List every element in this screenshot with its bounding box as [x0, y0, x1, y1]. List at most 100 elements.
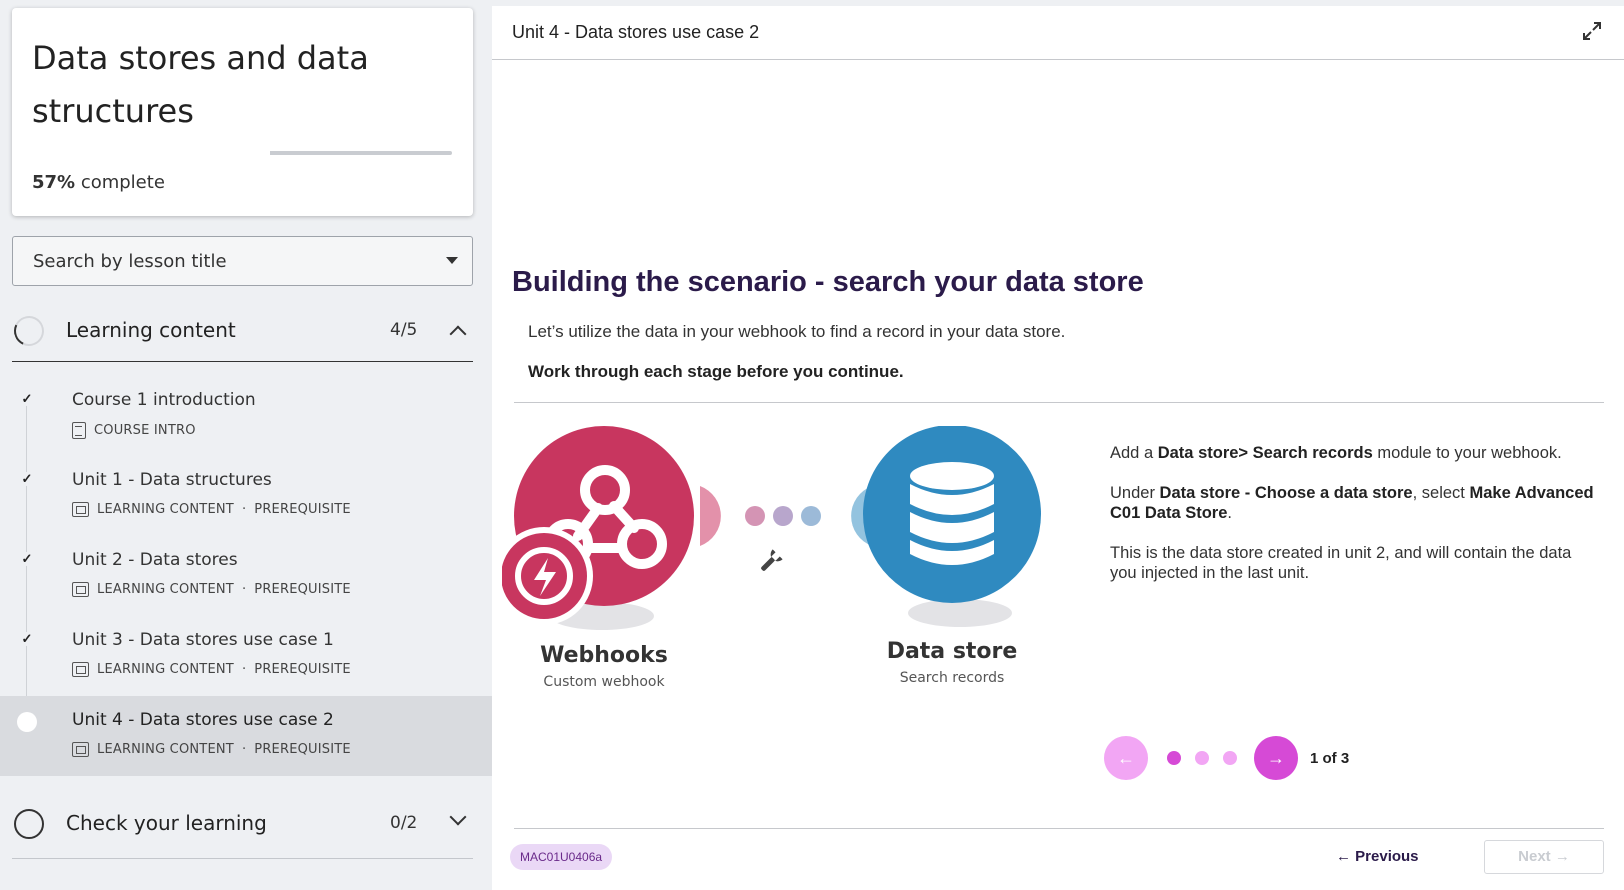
datastore-module-subtitle: Search records [900, 670, 1005, 686]
datastore-module[interactable] [863, 425, 1041, 603]
section-learning-content[interactable]: Learning content 4/5 [9, 302, 473, 358]
course-progress-fill [270, 151, 374, 155]
course-summary-card: Data stores and data structures 57% comp… [12, 8, 473, 216]
meta-separator: · [241, 662, 247, 677]
connector-dot [773, 506, 793, 526]
scenario-diagram-svg: Webhooks Custom webhook Data store Searc… [495, 425, 1041, 690]
arrow-right-icon: → [1267, 748, 1285, 768]
carousel-dot[interactable] [1195, 751, 1209, 765]
slides-icon [72, 662, 89, 677]
check-icon: ✓ [20, 471, 34, 486]
lesson-title: Unit 3 - Data stores use case 1 [72, 630, 334, 650]
lesson-tag: PREREQUISITE [254, 742, 351, 757]
lesson-title: Unit 4 - Data stores use case 2 [72, 710, 334, 730]
carousel-counter: 1 of 3 [1310, 749, 1350, 767]
lesson-meta: LEARNING CONTENT · PREREQUISITE [72, 742, 351, 757]
section-count: 4/5 [390, 320, 418, 340]
footer-divider [514, 828, 1604, 829]
lesson-meta: COURSE INTRO [72, 422, 196, 439]
carousel-dots [1160, 751, 1244, 765]
current-lesson-dot-icon [17, 712, 37, 732]
webhooks-module-subtitle: Custom webhook [543, 674, 665, 690]
check-icon: ✓ [20, 391, 34, 406]
lesson-meta: LEARNING CONTENT · PREREQUISITE [72, 582, 351, 597]
lesson-meta: LEARNING CONTENT · PREREQUISITE [72, 662, 351, 677]
meta-separator: · [241, 502, 247, 517]
webhooks-module[interactable] [495, 426, 694, 625]
lesson-type: LEARNING CONTENT [97, 742, 234, 757]
expand-arrows-svg [1583, 22, 1601, 40]
step-description-2: Under Data store - Choose a data store, … [1110, 484, 1594, 522]
wrench-icon[interactable] [757, 549, 783, 574]
lesson-search-select[interactable]: Search by lesson title [12, 236, 473, 286]
next-button[interactable]: Next → [1484, 840, 1604, 874]
section-divider [12, 858, 473, 859]
lesson-title: Unit 1 - Data structures [72, 470, 272, 490]
meta-separator: · [241, 742, 247, 757]
datastore-module-title: Data store [887, 639, 1018, 664]
step-carousel: ← → 1 of 3 [1104, 736, 1349, 780]
description-emphasis: Data store> Search records [1157, 444, 1373, 462]
search-placeholder: Search by lesson title [33, 251, 227, 272]
lesson-item[interactable]: ✓ Unit 2 - Data stores LEARNING CONTENT … [0, 536, 492, 616]
course-progress-label: 57% complete [32, 172, 165, 193]
lesson-item-active[interactable]: Unit 4 - Data stores use case 2 LEARNING… [0, 696, 492, 776]
lesson-list: ✓ Course 1 introduction COURSE INTRO ✓ U… [0, 376, 492, 776]
lesson-instruction: Work through each stage before you conti… [528, 362, 904, 381]
document-icon [72, 422, 86, 439]
lesson-header: Unit 4 - Data stores use case 2 [492, 6, 1624, 60]
chevron-up-icon[interactable] [449, 325, 467, 343]
progress-suffix: complete [75, 172, 165, 193]
module-shadow [908, 599, 1012, 627]
lesson-intro: Let’s utilize the data in your webhook t… [528, 322, 1066, 341]
section-count: 0/2 [390, 813, 418, 833]
content-divider [514, 402, 1604, 403]
section-title: Learning content [66, 318, 236, 342]
lesson-tag: PREREQUISITE [254, 582, 351, 597]
arrow-left-icon: ← [1117, 748, 1135, 768]
course-progress-bar [270, 151, 452, 155]
lesson-title: Unit 2 - Data stores [72, 550, 238, 570]
scenario-diagram: Webhooks Custom webhook Data store Searc… [495, 425, 1062, 716]
section-divider [12, 361, 473, 362]
course-title: Data stores and data structures [32, 39, 369, 130]
carousel-next-button[interactable]: → [1254, 736, 1298, 780]
slides-icon [72, 502, 89, 517]
lesson-item[interactable]: ✓ Unit 1 - Data structures LEARNING CONT… [0, 456, 492, 536]
expand-fullscreen-icon[interactable] [1580, 20, 1604, 44]
lesson-item[interactable]: ✓ Course 1 introduction COURSE INTRO [0, 376, 492, 456]
section-check-your-learning[interactable]: Check your learning 0/2 [12, 795, 473, 851]
lesson-type: COURSE INTRO [94, 423, 196, 438]
lesson-type: LEARNING CONTENT [97, 582, 234, 597]
webhooks-module-title: Webhooks [540, 643, 668, 668]
dropdown-caret-icon [446, 257, 458, 264]
carousel-dot[interactable] [1167, 751, 1181, 765]
check-icon: ✓ [20, 631, 34, 646]
lesson-item[interactable]: ✓ Unit 3 - Data stores use case 1 LEARNI… [0, 616, 492, 696]
lesson-code-badge: MAC01U0406a [510, 844, 613, 870]
section-progress-ring-icon [14, 809, 44, 839]
description-emphasis: Data store - Choose a data store [1159, 484, 1413, 502]
step-description-3: This is the data store created in unit 2… [1110, 544, 1572, 582]
section-title: Check your learning [66, 811, 267, 835]
lesson-tag: PREREQUISITE [254, 662, 351, 677]
unit-title: Unit 4 - Data stores use case 2 [512, 22, 760, 42]
course-sidebar: Data stores and data structures 57% comp… [0, 0, 492, 890]
lesson-meta: LEARNING CONTENT · PREREQUISITE [72, 502, 351, 517]
carousel-prev-button[interactable]: ← [1104, 736, 1148, 780]
previous-button[interactable]: ← Previous [1336, 848, 1419, 865]
lesson-tag: PREREQUISITE [254, 502, 351, 517]
connector-left-bubble [700, 486, 721, 546]
slides-icon [72, 742, 89, 757]
step-description-1: Add a Data store> Search records module … [1110, 444, 1562, 462]
lesson-type: LEARNING CONTENT [97, 502, 234, 517]
connector-dot [801, 506, 821, 526]
lesson-type: LEARNING CONTENT [97, 662, 234, 677]
chevron-down-icon[interactable] [449, 808, 467, 826]
slides-icon [72, 582, 89, 597]
connector-dot [745, 506, 765, 526]
carousel-dot[interactable] [1223, 751, 1237, 765]
meta-separator: · [241, 582, 247, 597]
check-icon: ✓ [20, 551, 34, 566]
section-progress-ring-icon [9, 311, 49, 351]
